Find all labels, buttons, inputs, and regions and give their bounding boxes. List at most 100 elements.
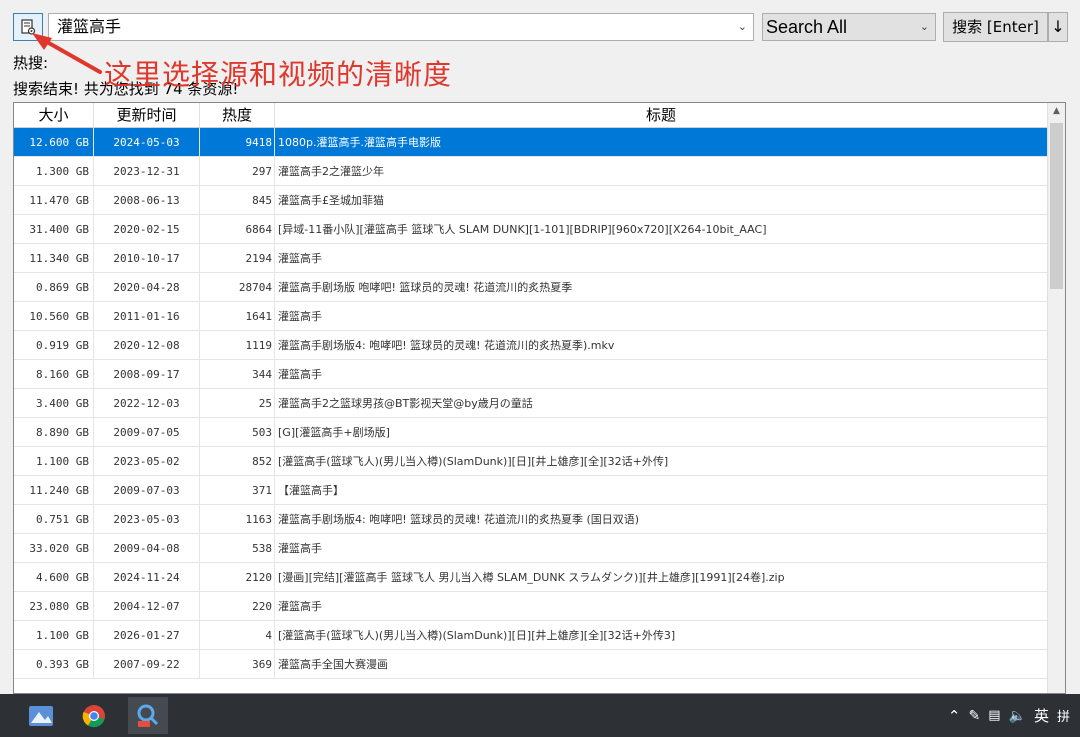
cell-date: 2020-02-15 [94,215,200,243]
column-header-title[interactable]: 标题 [275,103,1048,127]
search-scope-value: Search All [766,17,848,37]
cell-title: 1080p.灌篮高手.灌篮高手电影版 [275,128,1048,156]
table-row[interactable]: 31.400 GB 2020-02-15 6864 [异域-11番小队][灌篮高手 篮… [14,215,1048,244]
cell-size: 10.560 GB [14,302,94,330]
cell-heat: 1119 [200,331,275,359]
search-query-combo[interactable]: 灌篮高手 ⌄ [48,13,754,41]
cell-size: 3.400 GB [14,389,94,417]
scrollbar-thumb[interactable] [1050,123,1063,289]
cell-size: 0.751 GB [14,505,94,533]
cell-title: 灌篮高手全国大赛漫画 [275,650,1048,678]
cell-heat: 4 [200,621,275,649]
taskbar-app-chrome[interactable] [74,697,114,734]
cell-date: 2024-05-03 [94,128,200,156]
cell-size: 0.919 GB [14,331,94,359]
language-indicator[interactable]: 英 [1034,705,1049,726]
table-row[interactable]: 11.470 GB 2008-06-13 845 灌篮高手£圣城加菲猫 [14,186,1048,215]
table-row[interactable]: 33.020 GB 2009-04-08 538 灌篮高手 [14,534,1048,563]
cell-size: 4.600 GB [14,563,94,591]
cell-size: 8.890 GB [14,418,94,446]
ime-indicator[interactable]: 拼 [1057,706,1070,725]
table-row[interactable]: 11.340 GB 2010-10-17 2194 灌篮高手 [14,244,1048,273]
cell-date: 2009-07-05 [94,418,200,446]
system-tray: ⌃ ✎ ▤ 🔈 英 拼 [948,694,1070,737]
cell-size: 12.600 GB [14,128,94,156]
cell-date: 2004-12-07 [94,592,200,620]
table-row[interactable]: 0.393 GB 2007-09-22 369 灌篮高手全国大赛漫画 [14,650,1048,679]
chrome-icon [82,704,105,727]
table-row[interactable]: 12.600 GB 2024-05-03 9418 1080p.灌篮高手.灌篮高手电影… [14,128,1048,157]
search-scope-select[interactable]: Search All ⌄ [762,13,936,41]
cell-size: 11.470 GB [14,186,94,214]
cell-title: 灌篮高手 [275,592,1048,620]
cell-date: 2023-12-31 [94,157,200,185]
table-row[interactable]: 0.919 GB 2020-12-08 1119 灌篮高手剧场版4: 咆哮吧! 篮球员… [14,331,1048,360]
column-header-updated[interactable]: 更新时间 [94,103,200,127]
table-row[interactable]: 1.100 GB 2023-05-02 852 [灌篮高手(篮球飞人)(男儿当入樽)(… [14,447,1048,476]
network-icon[interactable]: ▤ [988,708,1000,723]
cell-heat: 1641 [200,302,275,330]
search-query-value: 灌篮高手 [57,17,122,36]
cell-title: 灌篮高手 [275,360,1048,388]
cell-heat: 1163 [200,505,275,533]
cell-title: [漫画][完结][灌篮高手 篮球飞人 男儿当入樽 SLAM_DUNK スラムダン… [275,563,1048,591]
cell-heat: 2194 [200,244,275,272]
cell-title: 灌篮高手剧场版4: 咆哮吧! 篮球员的灵魂! 花道流川的炙热夏季 (国日双语) [275,505,1048,533]
vertical-scrollbar[interactable]: ▲ [1047,103,1065,693]
volume-icon[interactable]: 🔈 [1009,708,1026,724]
cell-size: 11.340 GB [14,244,94,272]
cell-heat: 28704 [200,273,275,301]
table-row[interactable]: 1.100 GB 2026-01-27 4 [灌篮高手(篮球飞人)(男儿当入樽)(Sl… [14,621,1048,650]
taskbar-app-bt-search[interactable] [128,697,168,734]
chevron-down-icon[interactable]: ⌄ [738,14,747,40]
cell-size: 11.240 GB [14,476,94,504]
cell-title: [G][灌篮高手+剧场版] [275,418,1048,446]
chevron-up-icon[interactable]: ⌃ [948,707,961,725]
taskbar-app-photos[interactable] [21,697,61,734]
document-settings-icon [21,19,36,35]
column-header-size[interactable]: 大小 [14,103,94,127]
scroll-up-icon[interactable]: ▲ [1048,103,1065,120]
cell-date: 2020-04-28 [94,273,200,301]
sort-button[interactable]: ↓ [1048,12,1068,42]
cell-heat: 220 [200,592,275,620]
cell-date: 2026-01-27 [94,621,200,649]
cell-heat: 538 [200,534,275,562]
column-header-heat[interactable]: 热度 [200,103,275,127]
cell-size: 33.020 GB [14,534,94,562]
chevron-down-icon[interactable]: ⌄ [920,14,929,40]
cell-size: 1.300 GB [14,157,94,185]
cell-heat: 344 [200,360,275,388]
table-row[interactable]: 4.600 GB 2024-11-24 2120 [漫画][完结][灌篮高手 篮球飞人… [14,563,1048,592]
bt-search-app-icon [137,704,159,727]
table-row[interactable]: 3.400 GB 2022-12-03 25 灌篮高手2之篮球男孩@BT影视天堂@by… [14,389,1048,418]
table-row[interactable]: 8.890 GB 2009-07-05 503 [G][灌篮高手+剧场版] [14,418,1048,447]
pen-icon[interactable]: ✎ [969,708,981,724]
results-table[interactable]: 大小 更新时间 热度 标题 12.600 GB 2024-05-03 9418 108… [13,102,1066,694]
search-button[interactable]: 搜索 [Enter] [943,12,1048,42]
cell-date: 2008-09-17 [94,360,200,388]
table-row[interactable]: 0.869 GB 2020-04-28 28704 灌篮高手剧场版 咆哮吧! 篮球员的… [14,273,1048,302]
cell-date: 2009-04-08 [94,534,200,562]
taskbar: ⌃ ✎ ▤ 🔈 英 拼 [0,694,1080,737]
table-row[interactable]: 0.751 GB 2023-05-03 1163 灌篮高手剧场版4: 咆哮吧! 篮球员… [14,505,1048,534]
table-header: 大小 更新时间 热度 标题 [14,103,1048,128]
cell-date: 2007-09-22 [94,650,200,678]
cell-date: 2024-11-24 [94,563,200,591]
cell-heat: 297 [200,157,275,185]
cell-title: 灌篮高手剧场版4: 咆哮吧! 篮球员的灵魂! 花道流川的炙热夏季).mkv [275,331,1048,359]
cell-date: 2023-05-03 [94,505,200,533]
cell-size: 8.160 GB [14,360,94,388]
cell-heat: 845 [200,186,275,214]
table-row[interactable]: 8.160 GB 2008-09-17 344 灌篮高手 [14,360,1048,389]
cell-title: [灌篮高手(篮球飞人)(男儿当入樽)(SlamDunk)][日][井上雄彦][全… [275,621,1048,649]
table-row[interactable]: 10.560 GB 2011-01-16 1641 灌篮高手 [14,302,1048,331]
cell-size: 23.080 GB [14,592,94,620]
table-row[interactable]: 11.240 GB 2009-07-03 371 【灌篮高手】 [14,476,1048,505]
source-select-button[interactable] [13,13,43,41]
table-row[interactable]: 23.080 GB 2004-12-07 220 灌篮高手 [14,592,1048,621]
cell-title: 灌篮高手剧场版 咆哮吧! 篮球员的灵魂! 花道流川的炙热夏季 [275,273,1048,301]
cell-size: 1.100 GB [14,621,94,649]
cell-heat: 369 [200,650,275,678]
table-row[interactable]: 1.300 GB 2023-12-31 297 灌篮高手2之灌篮少年 [14,157,1048,186]
